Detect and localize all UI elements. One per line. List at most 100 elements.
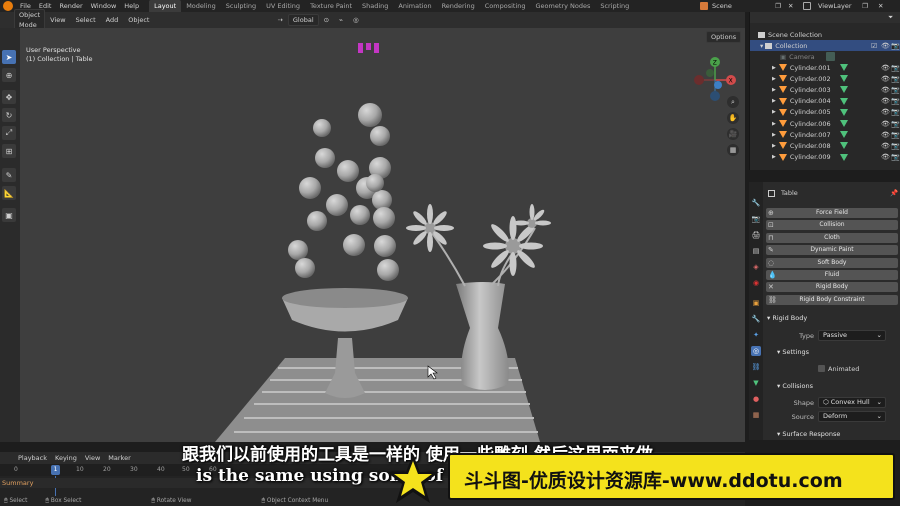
expand-arrow-icon[interactable]: ▶ <box>772 121 776 127</box>
outliner-item-camera[interactable]: ▣ Camera <box>750 51 900 62</box>
shape-dropdown[interactable]: ⬡ Convex Hull ⌄ <box>818 397 886 408</box>
tab-shading[interactable]: Shading <box>357 0 393 12</box>
3d-viewport[interactable] <box>20 28 745 442</box>
object-tab-icon[interactable]: ▣ <box>751 298 761 308</box>
measure-tool-icon[interactable]: 📐 <box>2 186 16 200</box>
keying-menu[interactable]: Keying <box>51 454 81 462</box>
perspective-toggle-icon[interactable]: ▦ <box>727 144 739 156</box>
type-dropdown[interactable]: Passive ⌄ <box>818 330 886 341</box>
tab-animation[interactable]: Animation <box>393 0 436 12</box>
physics-tab-icon[interactable]: ◎ <box>751 346 761 356</box>
render-camera-icon[interactable]: 📷 <box>891 64 900 72</box>
tab-geometry-nodes[interactable]: Geometry Nodes <box>531 0 596 12</box>
visibility-eye-icon[interactable]: 👁 <box>881 75 890 83</box>
render-camera-icon[interactable]: 📷 <box>891 108 900 116</box>
rigid-body-constraint-button[interactable]: ⛓ Rigid Body Constraint <box>766 295 898 305</box>
object-menu[interactable]: Object <box>123 16 154 24</box>
expand-arrow-icon[interactable]: ▶ <box>772 143 776 149</box>
outliner-item[interactable]: ▶ Cylinder.006 👁 📷 <box>750 118 900 129</box>
add-menu[interactable]: Add <box>101 16 124 24</box>
outliner-item[interactable]: ▶ Cylinder.005 👁 📷 <box>750 107 900 118</box>
delete-scene-icon[interactable]: ✕ <box>788 0 793 12</box>
add-cube-tool-icon[interactable]: ▣ <box>2 208 16 222</box>
camera-view-icon[interactable]: 🎥 <box>727 128 739 140</box>
outliner-item[interactable]: ▶ Cylinder.007 👁 📷 <box>750 129 900 140</box>
visibility-eye-icon[interactable]: 👁 <box>881 64 890 72</box>
view-layer-name[interactable]: ViewLayer <box>818 0 852 12</box>
expand-arrow-icon[interactable]: ▶ <box>772 76 776 82</box>
snap-icon[interactable]: ⌁ <box>334 16 348 24</box>
tab-rendering[interactable]: Rendering <box>437 0 480 12</box>
expand-arrow-icon[interactable]: ▶ <box>772 98 776 104</box>
world-tab-icon[interactable]: ◉ <box>751 278 761 288</box>
transform-orientation-dropdown[interactable]: Global <box>287 14 319 26</box>
visibility-eye-icon[interactable]: 👁 <box>881 108 890 116</box>
render-camera-icon[interactable]: 📷 <box>891 120 900 128</box>
collision-button[interactable]: ⊡ Collision <box>766 220 898 230</box>
rotate-tool-icon[interactable]: ↻ <box>2 108 16 122</box>
menu-help[interactable]: Help <box>120 0 143 12</box>
cloth-button[interactable]: ⊓ Cloth <box>766 233 898 243</box>
pan-icon[interactable]: ✋ <box>727 112 739 124</box>
render-tab-icon[interactable]: 📷 <box>751 214 761 224</box>
tab-uv-editing[interactable]: UV Editing <box>261 0 305 12</box>
expand-arrow-icon[interactable]: ▶ <box>772 154 776 160</box>
marker-menu[interactable]: Marker <box>104 454 134 462</box>
visibility-eye-icon[interactable]: 👁 <box>881 142 890 150</box>
select-menu[interactable]: Select <box>71 16 101 24</box>
outliner-item[interactable]: ▶ Cylinder.004 👁 📷 <box>750 96 900 107</box>
cursor-tool-icon[interactable]: ⊕ <box>2 68 16 82</box>
copy-scene-icon[interactable]: ❐ <box>775 0 781 12</box>
transform-tool-icon[interactable]: ⊞ <box>2 144 16 158</box>
render-camera-icon[interactable]: 📷 <box>891 142 900 150</box>
rigid-body-button[interactable]: ✕ Rigid Body <box>766 282 898 292</box>
collection-row[interactable]: ▾ Collection ☑ 👁 📷 <box>750 40 900 51</box>
tab-compositing[interactable]: Compositing <box>480 0 531 12</box>
visibility-eye-icon[interactable]: 👁 <box>881 153 890 161</box>
options-dropdown[interactable]: Options <box>706 31 742 43</box>
tab-texture-paint[interactable]: Texture Paint <box>305 0 357 12</box>
expand-arrow-icon[interactable]: ▶ <box>772 109 776 115</box>
scene-name[interactable]: Scene <box>712 0 732 12</box>
dynamic-paint-button[interactable]: ✎ Dynamic Paint <box>766 245 898 255</box>
tab-layout[interactable]: Layout <box>149 0 182 12</box>
force-field-button[interactable]: ⊕ Force Field <box>766 208 898 218</box>
constraints-tab-icon[interactable]: ⛓ <box>751 362 761 372</box>
view-menu[interactable]: View <box>45 16 70 24</box>
animated-checkbox[interactable] <box>818 365 825 372</box>
move-tool-icon[interactable]: ✥ <box>2 90 16 104</box>
delete-view-layer-icon[interactable]: ✕ <box>878 0 883 12</box>
annotate-tool-icon[interactable]: ✎ <box>2 168 16 182</box>
tab-modeling[interactable]: Modeling <box>181 0 221 12</box>
visibility-eye-icon[interactable]: 👁 <box>881 120 890 128</box>
render-camera-icon[interactable]: 📷 <box>891 131 900 139</box>
soft-body-button[interactable]: ◌ Soft Body <box>766 258 898 268</box>
scale-tool-icon[interactable]: ⤢ <box>2 126 16 140</box>
outliner-item[interactable]: ▶ Cylinder.001 👁 📷 <box>750 62 900 73</box>
tab-sculpting[interactable]: Sculpting <box>221 0 261 12</box>
playback-menu[interactable]: Playback <box>14 454 51 462</box>
scene-tab-icon[interactable]: ◈ <box>751 262 761 272</box>
visibility-eye-icon[interactable]: 👁 <box>881 42 890 50</box>
render-camera-icon[interactable]: 📷 <box>891 97 900 105</box>
pin-icon[interactable]: 📌 <box>890 189 898 197</box>
expand-arrow-icon[interactable]: ▶ <box>772 87 776 93</box>
tab-scripting[interactable]: Scripting <box>595 0 634 12</box>
surface-response-subpanel-header[interactable]: ▾ Surface Response <box>777 430 840 438</box>
tool-tab-icon[interactable]: 🔧 <box>751 198 761 208</box>
blender-logo-icon[interactable] <box>3 1 13 11</box>
visibility-eye-icon[interactable]: 👁 <box>881 131 890 139</box>
select-box-tool-icon[interactable]: ➤ <box>2 50 16 64</box>
render-camera-icon[interactable]: 📷 <box>891 75 900 83</box>
render-camera-icon[interactable]: 📷 <box>891 86 900 94</box>
menu-render[interactable]: Render <box>55 0 86 12</box>
particles-tab-icon[interactable]: ✦ <box>751 330 761 340</box>
proportional-icon[interactable]: ◎ <box>348 16 364 24</box>
exclude-checkbox-icon[interactable]: ☑ <box>871 42 877 50</box>
expand-arrow-icon[interactable]: ▾ <box>760 42 763 50</box>
fluid-button[interactable]: 💧 Fluid <box>766 270 898 280</box>
zoom-icon[interactable]: ⌕ <box>727 96 739 108</box>
scene-collection-row[interactable]: Scene Collection <box>750 29 900 40</box>
outliner-item[interactable]: ▶ Cylinder.009 👁 📷 <box>750 152 900 163</box>
outliner-item[interactable]: ▶ Cylinder.003 👁 📷 <box>750 84 900 95</box>
